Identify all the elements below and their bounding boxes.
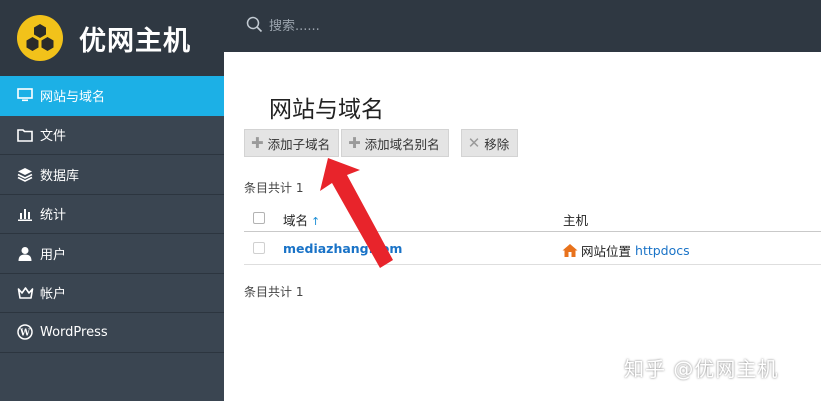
add-domain-alias-label: 添加域名别名 [364, 136, 440, 152]
home-icon [562, 243, 578, 258]
search-input[interactable] [269, 18, 569, 34]
sidebar-item-label: 帐户 [40, 287, 67, 303]
plus-icon: ✚ [251, 134, 264, 152]
sidebar-item-databases[interactable]: 数据库 [0, 155, 224, 195]
monitor-icon [16, 86, 34, 104]
crown-icon [16, 284, 34, 302]
red-annotation-arrow-icon [320, 158, 393, 268]
wordpress-icon: W [16, 323, 34, 341]
watermark: 知乎 @优网主机 [624, 357, 779, 381]
database-stack-icon [16, 165, 34, 183]
add-domain-alias-button[interactable]: ✚ 添加域名别名 [341, 129, 449, 157]
app-logo[interactable]: 优网主机 [0, 0, 224, 76]
add-subdomain-label: 添加子域名 [267, 136, 331, 152]
app-name: 优网主机 [79, 25, 191, 57]
item-count: 条目共计 1 [244, 181, 304, 195]
sidebar-item-account[interactable]: 帐户 [0, 274, 224, 313]
host-cell: 网站位置 httpdocs [562, 241, 690, 260]
sidebar-item-label: 数据库 [40, 168, 80, 184]
toolbar: ✚ 添加子域名 ✚ 添加域名别名 ✕ 移除 [244, 129, 520, 157]
select-all-checkbox[interactable] [253, 212, 265, 224]
plus-icon: ✚ [348, 134, 361, 152]
sidebar-item-users[interactable]: 用户 [0, 234, 224, 274]
sidebar-item-websites-domains[interactable]: 网站与域名 [0, 76, 224, 116]
sidebar-item-label: WordPress [40, 324, 108, 340]
user-icon [16, 244, 34, 262]
sidebar: 优网主机 网站与域名 文件 数据库 统计 用户 帐户 W WordPress [0, 0, 224, 401]
sidebar-item-label: 统计 [40, 208, 67, 224]
sidebar-item-label: 用户 [40, 247, 67, 263]
remove-label: 移除 [484, 136, 510, 152]
top-bar [224, 0, 821, 52]
row-checkbox[interactable] [253, 242, 265, 254]
host-label: 网站位置 [581, 244, 632, 259]
column-header-host: 主机 [563, 213, 589, 228]
sidebar-item-label: 文件 [40, 129, 67, 145]
close-icon: ✕ [467, 134, 481, 152]
hexagon-cluster-icon [17, 15, 63, 61]
search-icon [246, 16, 263, 37]
svg-text:W: W [19, 329, 31, 339]
bar-chart-icon [16, 205, 34, 223]
remove-button[interactable]: ✕ 移除 [460, 129, 519, 157]
sidebar-item-label: 网站与域名 [40, 89, 106, 105]
sidebar-item-statistics[interactable]: 统计 [0, 195, 224, 234]
folder-icon [16, 126, 34, 144]
add-subdomain-button[interactable]: ✚ 添加子域名 [244, 129, 340, 157]
sidebar-item-wordpress[interactable]: W WordPress [0, 313, 224, 353]
item-count-footer: 条目共计 1 [244, 285, 304, 299]
httpdocs-link[interactable]: httpdocs [635, 243, 690, 258]
sidebar-item-files[interactable]: 文件 [0, 116, 224, 155]
page-title: 网站与域名 [269, 97, 384, 123]
